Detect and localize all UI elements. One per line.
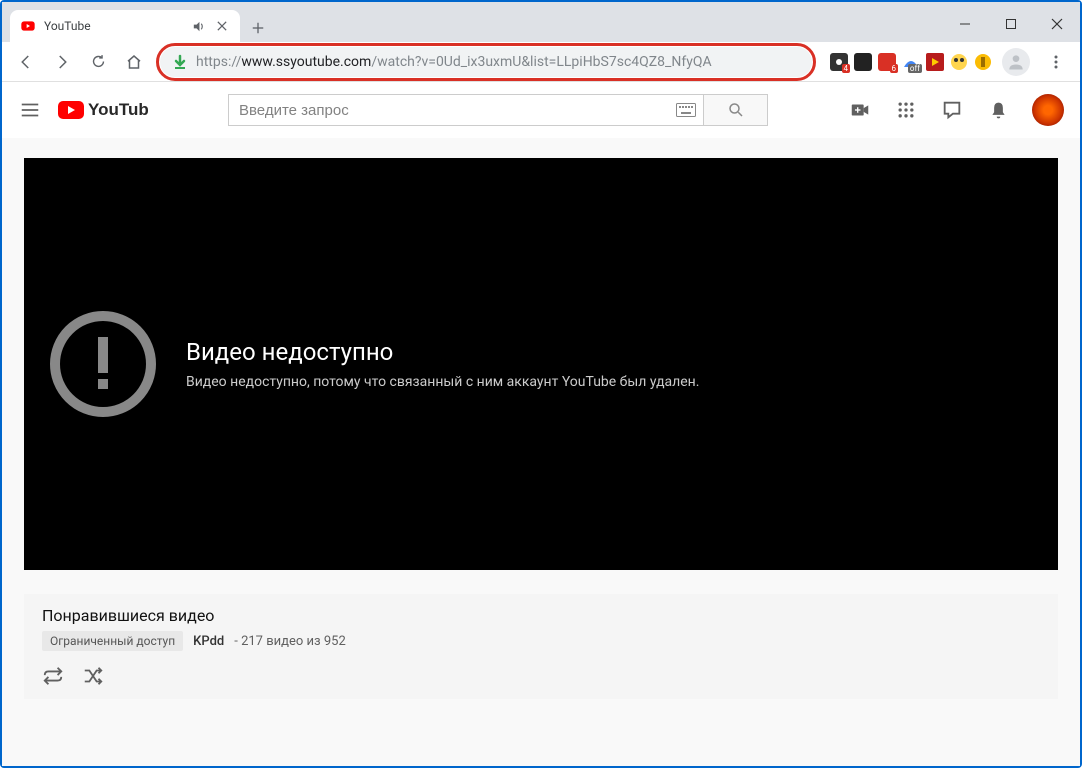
url-scheme: https:// xyxy=(196,54,241,70)
download-arrow-icon xyxy=(172,54,188,70)
content-area: Видео недоступно Видео недоступно, потом… xyxy=(2,138,1080,766)
playlist-meta: Ограниченный доступ KPdd - 217 видео из … xyxy=(42,631,1040,651)
extension-icon-3[interactable]: 6 xyxy=(878,53,896,71)
user-avatar[interactable] xyxy=(1032,94,1064,126)
notifications-button[interactable] xyxy=(986,98,1010,122)
url-prefix: www.ss xyxy=(241,54,290,70)
playlist-controls xyxy=(42,665,1040,687)
extension-icon-1[interactable]: 4 xyxy=(830,53,848,71)
create-video-button[interactable] xyxy=(848,98,872,122)
apps-button[interactable] xyxy=(894,98,918,122)
nav-reload-button[interactable] xyxy=(82,46,114,78)
error-exclamation-icon xyxy=(48,309,158,419)
window-close-button[interactable] xyxy=(1034,8,1080,40)
youtube-header: YouTube xyxy=(2,82,1080,138)
window-maximize-button[interactable] xyxy=(988,8,1034,40)
extension-icon-2[interactable] xyxy=(854,53,872,71)
extension-icon-4[interactable]: off xyxy=(902,53,920,71)
extension-icon-5[interactable] xyxy=(926,53,944,71)
url-host: youtube.com xyxy=(290,54,371,70)
window-controls xyxy=(942,8,1080,40)
window-minimize-button[interactable] xyxy=(942,8,988,40)
url-container: https://www.ssyoutube.com/watch?v=0Ud_ix… xyxy=(160,47,812,77)
search-input[interactable] xyxy=(228,94,704,126)
privacy-badge: Ограниченный доступ xyxy=(42,631,183,651)
tab-audio-icon[interactable] xyxy=(190,18,206,34)
svg-text:YouTube: YouTube xyxy=(88,100,148,119)
video-player: Видео недоступно Видео недоступно, потом… xyxy=(24,158,1058,570)
extension-badge-3: 6 xyxy=(890,64,899,73)
error-text: Видео недоступно Видео недоступно, потом… xyxy=(186,338,699,390)
playlist-count: - 217 видео из 952 xyxy=(234,634,346,649)
extension-badge-1: 4 xyxy=(842,64,851,73)
nav-forward-button[interactable] xyxy=(46,46,78,78)
extension-icon-6[interactable] xyxy=(950,53,968,71)
new-tab-button[interactable] xyxy=(244,14,272,42)
youtube-search xyxy=(228,94,768,126)
youtube-favicon xyxy=(20,18,36,34)
browser-toolbar: https://www.ssyoutube.com/watch?v=0Ud_ix… xyxy=(2,42,1080,82)
extension-icon-7[interactable] xyxy=(974,53,992,71)
loop-button[interactable] xyxy=(42,665,64,687)
messages-button[interactable] xyxy=(940,98,964,122)
youtube-header-right xyxy=(848,94,1064,126)
url-path: /watch?v=0Ud_ix3uxmU&list=LLpiHbS7sc4QZ8… xyxy=(371,54,711,70)
nav-back-button[interactable] xyxy=(10,46,42,78)
url-bar[interactable]: https://www.ssyoutube.com/watch?v=0Ud_ix… xyxy=(160,47,812,77)
error-title: Видео недоступно xyxy=(186,338,699,366)
playlist-title: Понравившиеся видео xyxy=(42,606,1040,625)
tab-title: YouTube xyxy=(44,19,182,33)
youtube-logo[interactable]: YouTube xyxy=(58,98,148,122)
nav-home-button[interactable] xyxy=(118,46,150,78)
tab-bar: YouTube xyxy=(2,2,1080,42)
search-button[interactable] xyxy=(704,94,768,126)
url-text: https://www.ssyoutube.com/watch?v=0Ud_ix… xyxy=(196,54,712,70)
browser-profile-button[interactable] xyxy=(1002,48,1030,76)
browser-menu-button[interactable] xyxy=(1040,46,1072,78)
playlist-info: Понравившиеся видео Ограниченный доступ … xyxy=(24,594,1058,699)
playlist-author[interactable]: KPdd xyxy=(193,634,224,649)
tab-close-button[interactable] xyxy=(214,18,230,34)
tab-youtube[interactable]: YouTube xyxy=(10,10,240,42)
youtube-header-left: YouTube xyxy=(18,98,148,122)
keyboard-icon[interactable] xyxy=(676,102,696,118)
extension-badge-4: off xyxy=(908,64,922,73)
error-subtitle: Видео недоступно, потому что связанный с… xyxy=(186,374,699,390)
hamburger-menu-button[interactable] xyxy=(18,98,42,122)
extension-icons: 4 6 off xyxy=(830,53,992,71)
shuffle-button[interactable] xyxy=(82,665,104,687)
